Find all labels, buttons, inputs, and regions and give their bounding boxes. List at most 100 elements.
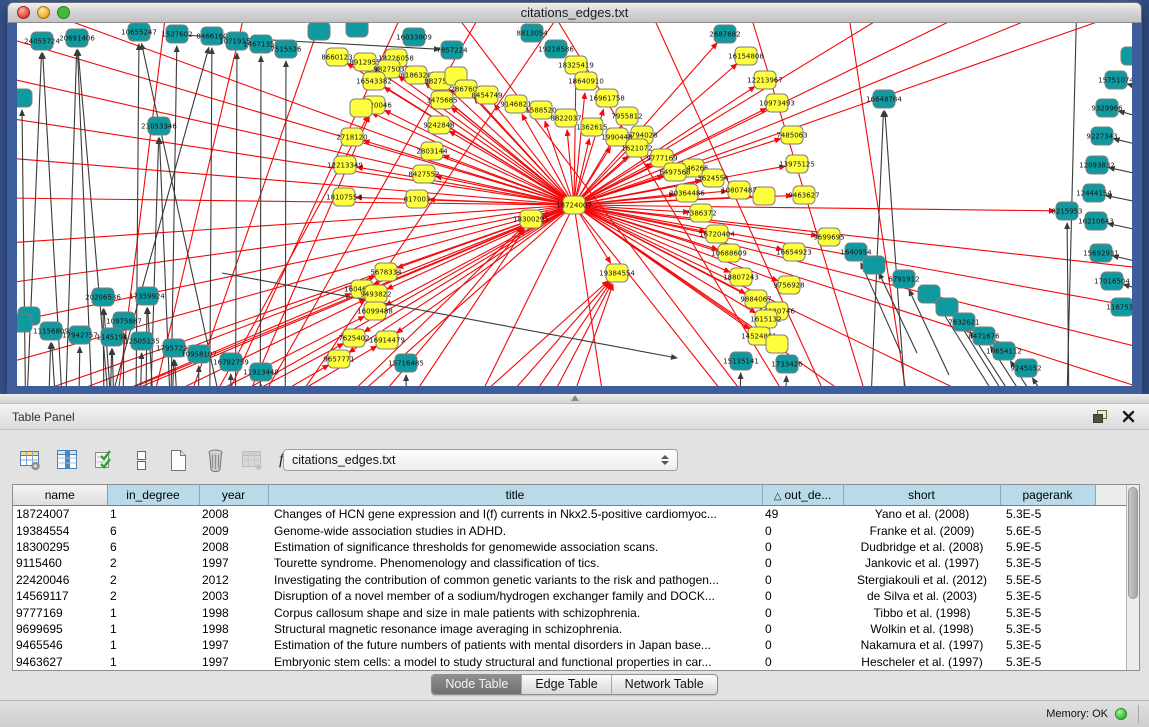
- cell-pagerank[interactable]: 5.3E-5: [1000, 654, 1095, 670]
- cell-year[interactable]: 1998: [199, 604, 268, 620]
- cell-title[interactable]: Estimation of significance thresholds fo…: [268, 539, 762, 555]
- cell-name[interactable]: 19384554: [13, 522, 107, 538]
- table-settings-icon[interactable]: [16, 446, 44, 474]
- graph-node[interactable]: 16648784: [866, 90, 902, 108]
- graph-node[interactable]: [346, 23, 368, 37]
- table-row[interactable]: 1830029562008Estimation of significance …: [13, 539, 1126, 555]
- graph-node[interactable]: 12093832: [1079, 156, 1115, 174]
- graph-node[interactable]: 20691406: [59, 29, 95, 47]
- cell-pagerank[interactable]: 5.3E-5: [1000, 506, 1095, 523]
- table-row[interactable]: 911546021997Tourette syndrome. Phenomeno…: [13, 555, 1126, 571]
- table-row[interactable]: 969969511998Structural magnetic resonanc…: [13, 621, 1126, 637]
- cell-pagerank[interactable]: 5.3E-5: [1000, 621, 1095, 637]
- network-graph[interactable]: 2405572420691406106552471527602846616010…: [17, 23, 1132, 386]
- row-height-icon[interactable]: [127, 446, 155, 474]
- cell-pagerank[interactable]: 5.3E-5: [1000, 588, 1095, 604]
- graph-node[interactable]: 9329966: [1091, 99, 1123, 117]
- column-visibility-icon[interactable]: [53, 446, 81, 474]
- graph-node[interactable]: [863, 256, 885, 274]
- cell-pagerank[interactable]: 5.3E-5: [1000, 604, 1095, 620]
- cell-out_degree[interactable]: 49: [762, 506, 843, 523]
- graph-node[interactable]: 19218586: [538, 40, 574, 58]
- table-row[interactable]: 946362711997Embryonic stem cells: a mode…: [13, 654, 1126, 670]
- graph-node[interactable]: 18807243: [723, 268, 759, 286]
- cell-year[interactable]: 2012: [199, 572, 268, 588]
- float-panel-icon[interactable]: [1092, 409, 1108, 424]
- graph-node[interactable]: [766, 335, 788, 353]
- graph-node[interactable]: 9463627: [788, 186, 819, 204]
- graph-node[interactable]: 19384554: [599, 264, 635, 282]
- table-scrollbar-thumb[interactable]: [1128, 487, 1138, 599]
- table-row[interactable]: 946554611997Estimation of the future num…: [13, 637, 1126, 653]
- column-header-out_degree[interactable]: △out_de...: [762, 485, 843, 506]
- graph-node[interactable]: 13975125: [779, 155, 815, 173]
- cell-year[interactable]: 2003: [199, 588, 268, 604]
- import-table-icon[interactable]: [238, 446, 266, 474]
- graph-node[interactable]: 7625402: [338, 329, 369, 347]
- cell-short[interactable]: Stergiakouli et al. (2012): [843, 572, 1000, 588]
- cell-short[interactable]: Dudbridge et al. (2008): [843, 539, 1000, 555]
- cell-out_degree[interactable]: 0: [762, 555, 843, 571]
- graph-node[interactable]: 1615132: [750, 310, 781, 328]
- graph-node[interactable]: 16720404: [699, 225, 735, 243]
- tab-network-table[interactable]: Network Table: [611, 675, 717, 694]
- cell-in_degree[interactable]: 1: [107, 654, 199, 670]
- graph-node[interactable]: 15716485: [388, 354, 424, 372]
- graph-node[interactable]: 17016504: [1094, 272, 1130, 290]
- graph-node[interactable]: 15692931: [1083, 244, 1119, 262]
- cell-out_degree[interactable]: 0: [762, 539, 843, 555]
- cell-title[interactable]: Genome-wide association studies in ADHD.: [268, 522, 762, 538]
- cell-out_degree[interactable]: 0: [762, 637, 843, 653]
- cell-out_degree[interactable]: 0: [762, 522, 843, 538]
- graph-node[interactable]: 2718120: [336, 128, 367, 146]
- cell-name[interactable]: 22420046: [13, 572, 107, 588]
- graph-node[interactable]: 7386372: [685, 204, 716, 222]
- cell-short[interactable]: Nakamura et al. (1997): [843, 637, 1000, 653]
- new-table-icon[interactable]: [164, 446, 192, 474]
- cell-year[interactable]: 2008: [199, 539, 268, 555]
- graph-node[interactable]: 20206536: [85, 288, 121, 306]
- cell-name[interactable]: 9115460: [13, 555, 107, 571]
- graph-node[interactable]: 17359924: [129, 287, 165, 305]
- graph-node[interactable]: 6791912: [888, 270, 919, 288]
- cell-short[interactable]: Wolkin et al. (1998): [843, 621, 1000, 637]
- column-header-in_degree[interactable]: in_degree: [107, 485, 199, 506]
- network-canvas[interactable]: 2405572420691406106552471527602846616010…: [17, 23, 1132, 386]
- graph-node[interactable]: [17, 314, 32, 332]
- cell-name[interactable]: 9463627: [13, 654, 107, 670]
- tab-node-table[interactable]: Node Table: [432, 675, 521, 694]
- graph-node[interactable]: 9227343: [1086, 127, 1117, 145]
- graph-node[interactable]: 7485063: [776, 126, 807, 144]
- cell-in_degree[interactable]: 2: [107, 572, 199, 588]
- graph-node[interactable]: 2687682: [709, 25, 740, 43]
- graph-node[interactable]: 8454749: [471, 86, 502, 104]
- cell-name[interactable]: 9465546: [13, 637, 107, 653]
- column-header-pagerank[interactable]: pagerank: [1000, 485, 1095, 506]
- cell-in_degree[interactable]: 1: [107, 621, 199, 637]
- graph-node[interactable]: 21053346: [141, 117, 177, 135]
- cell-in_degree[interactable]: 6: [107, 539, 199, 555]
- cell-out_degree[interactable]: 0: [762, 621, 843, 637]
- cell-year[interactable]: 2008: [199, 506, 268, 523]
- cell-name[interactable]: 14569117: [13, 588, 107, 604]
- graph-node[interactable]: 16961758: [589, 89, 625, 107]
- graph-node[interactable]: 1733426: [771, 355, 803, 373]
- graph-node[interactable]: 16210643: [1078, 212, 1114, 230]
- cell-title[interactable]: Changes of HCN gene expression and I(f) …: [268, 506, 762, 523]
- cell-in_degree[interactable]: 1: [107, 637, 199, 653]
- cell-pagerank[interactable]: 5.6E-5: [1000, 522, 1095, 538]
- cell-title[interactable]: Structural magnetic resonance image aver…: [268, 621, 762, 637]
- graph-node[interactable]: 12444154: [1076, 184, 1112, 202]
- cell-title[interactable]: Tourette syndrome. Phenomenology and cla…: [268, 555, 762, 571]
- graph-node[interactable]: 9699695: [813, 228, 844, 246]
- cell-short[interactable]: de Silva et al. (2003): [843, 588, 1000, 604]
- cell-year[interactable]: 2009: [199, 522, 268, 538]
- graph-node[interactable]: 12213967: [747, 71, 783, 89]
- zoom-window-button[interactable]: [57, 6, 70, 19]
- cell-pagerank[interactable]: 5.3E-5: [1000, 637, 1095, 653]
- graph-node[interactable]: 8813054: [516, 24, 548, 42]
- graph-node[interactable]: 16154808: [728, 47, 764, 65]
- cell-short[interactable]: Tibbo et al. (1998): [843, 604, 1000, 620]
- cell-out_degree[interactable]: 0: [762, 654, 843, 670]
- graph-node[interactable]: 6497568: [659, 163, 690, 181]
